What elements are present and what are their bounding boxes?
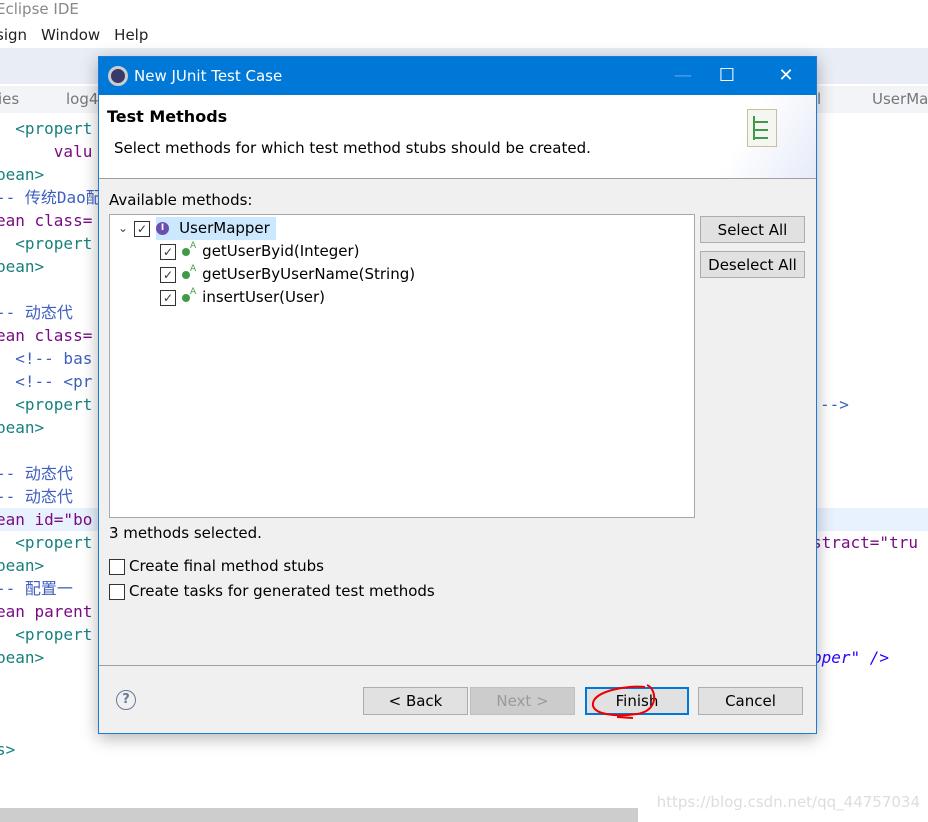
- code-line: ean id="bo: [0, 510, 93, 529]
- deselect-all-button[interactable]: Deselect All: [700, 251, 805, 278]
- code-line: -- 动态代: [0, 303, 73, 322]
- code-line: <!-- <pr: [0, 372, 93, 391]
- code-line: -- 传统Dao配: [0, 188, 102, 207]
- header-description: Select methods for which test method stu…: [114, 139, 591, 157]
- tree-item-method[interactable]: ✓ A insertUser(User): [160, 286, 325, 309]
- close-icon[interactable]: ✕: [763, 57, 809, 95]
- header-title: Test Methods: [107, 107, 228, 126]
- checkbox-usermapper[interactable]: ✓: [134, 220, 151, 237]
- code-line: <propert: [0, 234, 93, 253]
- selection-status: 3 methods selected.: [109, 524, 262, 542]
- code-line: bean>: [0, 556, 45, 575]
- tree-label: insertUser(User): [202, 288, 326, 306]
- dialog-titlebar: New JUnit Test Case — ☐ ✕: [99, 57, 816, 95]
- help-icon[interactable]: ?: [116, 690, 136, 710]
- option-create-tasks[interactable]: Create tasks for generated test methods: [109, 580, 435, 603]
- back-button[interactable]: < Back: [363, 687, 468, 715]
- horizontal-scrollbar[interactable]: [0, 808, 638, 822]
- maximize-icon[interactable]: ☐: [704, 57, 750, 95]
- tree-label: getUserByUserName(String): [202, 265, 416, 283]
- watermark: https://blog.csdn.net/qq_44757034: [656, 793, 920, 811]
- code-line: <propert: [0, 119, 93, 138]
- code-line: -- 动态代: [0, 487, 73, 506]
- create-tasks-checkbox[interactable]: [109, 583, 125, 600]
- code-line: -- 配置一: [0, 579, 73, 598]
- interface-icon: I: [156, 222, 170, 235]
- code-line: <propert: [0, 395, 93, 414]
- code-line: bean>: [0, 165, 45, 184]
- menu-window[interactable]: Window: [41, 24, 100, 48]
- code-line: ean class=: [0, 326, 93, 345]
- code-line: bean>: [0, 418, 45, 437]
- method-checkbox[interactable]: ✓: [160, 289, 176, 306]
- code-line: valu: [0, 142, 93, 161]
- final-stubs-checkbox[interactable]: [109, 558, 125, 575]
- tree-item-usermapper[interactable]: ⌄ ✓ I UserMapper: [118, 217, 276, 240]
- menu-bar: sign Window Help: [0, 24, 148, 48]
- new-junit-dialog: New JUnit Test Case — ☐ ✕ Test Methods S…: [98, 56, 817, 734]
- eclipse-icon: [108, 66, 128, 86]
- abstract-marker-icon: A: [190, 264, 197, 274]
- methods-tree[interactable]: ⌄ ✓ I UserMapper ✓ A getUserByid(Integer…: [109, 214, 695, 518]
- red-annotation-circle: [592, 684, 656, 719]
- code-line: bean>: [0, 257, 45, 276]
- tab-log4j[interactable]: log4: [66, 90, 98, 108]
- chevron-down-icon[interactable]: ⌄: [118, 217, 128, 240]
- dialog-header: Test Methods Select methods for which te…: [99, 95, 816, 179]
- cancel-button[interactable]: Cancel: [698, 687, 803, 715]
- code-line: s>: [0, 740, 16, 759]
- code-line: bean>: [0, 648, 45, 667]
- code-line: <!-- bas: [0, 349, 93, 368]
- next-button[interactable]: Next >: [470, 687, 575, 715]
- tab-properties[interactable]: ies: [0, 90, 19, 108]
- app-title: Eclipse IDE: [0, 0, 79, 18]
- public-method-icon: [182, 247, 190, 256]
- select-all-button[interactable]: Select All: [700, 216, 805, 243]
- available-methods-label: Available methods:: [109, 191, 253, 209]
- tree-item-method[interactable]: ✓ A getUserByUserName(String): [160, 263, 415, 286]
- method-checkbox[interactable]: ✓: [160, 243, 176, 260]
- junit-wizard-icon: [747, 109, 777, 147]
- tree-label: getUserByid(Integer): [202, 242, 360, 260]
- abstract-marker-icon: A: [190, 287, 197, 297]
- option-label: Create final method stubs: [129, 557, 324, 575]
- dialog-title: New JUnit Test Case: [134, 67, 283, 85]
- code-line: ean class=: [0, 211, 93, 230]
- option-label: Create tasks for generated test methods: [129, 582, 435, 600]
- code-line: -- 动态代: [0, 464, 73, 483]
- abstract-marker-icon: A: [190, 241, 197, 251]
- code-line: <propert: [0, 625, 93, 644]
- public-method-icon: [182, 293, 190, 302]
- public-method-icon: [182, 270, 190, 279]
- code-fragment: pper" />: [812, 648, 890, 667]
- tab-xml[interactable]: l: [817, 90, 821, 108]
- tab-usermapper[interactable]: UserMa: [872, 90, 928, 108]
- code-fragment: stract="tru: [812, 533, 918, 552]
- code-line: ean parent: [0, 602, 93, 621]
- footer-divider: [99, 665, 816, 666]
- code-fragment: -->: [820, 395, 849, 414]
- option-final-stubs[interactable]: Create final method stubs: [109, 555, 324, 578]
- menu-design[interactable]: sign: [0, 24, 27, 48]
- minimize-icon[interactable]: —: [660, 57, 706, 95]
- code-line: <propert: [0, 533, 93, 552]
- menu-help[interactable]: Help: [114, 24, 148, 48]
- method-checkbox[interactable]: ✓: [160, 266, 176, 283]
